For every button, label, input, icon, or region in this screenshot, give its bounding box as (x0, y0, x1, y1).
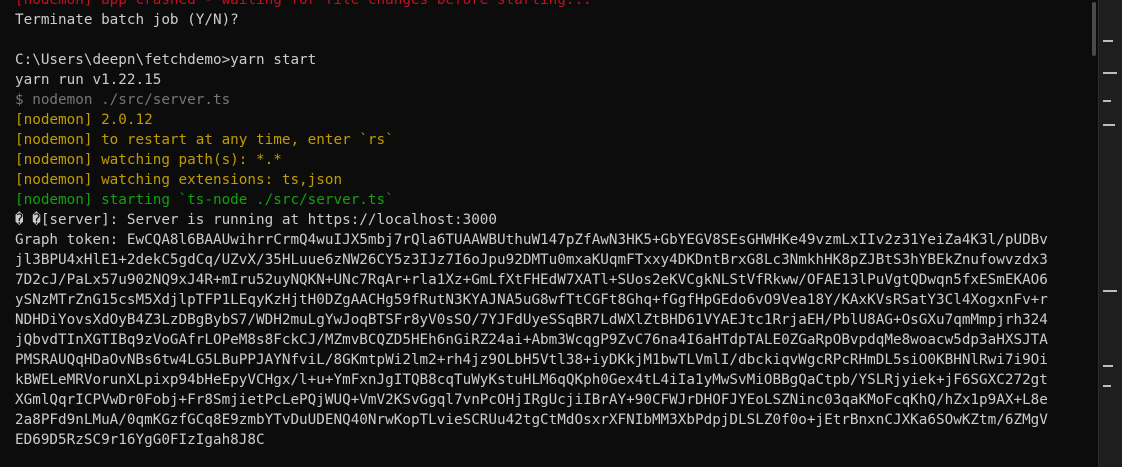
token-continuation-line: 7D2cJ/PaLx57u902NQ9xJ4R+mIru52uyNQKN+UNc… (15, 272, 1048, 288)
token-end-line: ED69D5RzSC9r16YgG0FIzIgah8J8C (15, 432, 265, 448)
crash-line: [nodemon] app crashed - waiting for file… (15, 0, 592, 8)
graph-token-line: Graph token: EwCQA8l6BAAUwihrrCrmQ4wuIJX… (15, 232, 1048, 248)
nodemon-restart-hint: [nodemon] to restart at any time, enter … (15, 132, 394, 148)
adjacent-text-fragment (1103, 290, 1117, 292)
token-continuation-line: jl3BPU4xHlE1+2dekC5gdCq/UZvX/35HLuue6zNW… (15, 252, 1048, 268)
yarn-version-line: yarn run v1.22.15 (15, 72, 162, 88)
token-continuation-line: jQbvdTInXGTIBq9zVoGAfrLOPeM8s8FckCJ/MZmv… (15, 332, 1048, 348)
nodemon-watch-paths: [nodemon] watching path(s): *.* (15, 152, 282, 168)
adjacent-text-fragment (1103, 124, 1115, 126)
adjacent-text-fragment (1103, 365, 1113, 367)
adjacent-text-fragment (1103, 385, 1111, 387)
adjacent-text-fragment (1103, 100, 1111, 102)
adjacent-window-edge (1098, 0, 1122, 467)
server-running-line: � �[server]: Server is running at https:… (15, 212, 498, 228)
command-prompt-line: C:\Users\deepn\fetchdemo>yarn start (15, 52, 317, 68)
adjacent-text-fragment (1103, 72, 1117, 74)
terminal-scrollbar-thumb[interactable] (1092, 2, 1096, 56)
nodemon-starting-line: [nodemon] starting `ts-node ./src/server… (15, 192, 394, 208)
token-continuation-line: XGmlQqrICPVwDr0Fobj+Fr8SmjietPcLePQjWUQ+… (15, 392, 1048, 408)
token-continuation-line: PMSRAUQqHDaOvNBs6tw4LG5LBuPPJAYNfviL/8GK… (15, 352, 1048, 368)
terminate-prompt: Terminate batch job (Y/N)? (15, 12, 239, 28)
token-continuation-line: kBWELeMRVorunXLpixp94bHeEpyVCHgx/l+u+YmF… (15, 372, 1048, 388)
token-continuation-line: NDHDiYovsXdOyB4Z3LzDBgBybS7/WDH2muLgYwJo… (15, 312, 1048, 328)
nodemon-watch-ext: [nodemon] watching extensions: ts,json (15, 172, 343, 188)
nodemon-command-line: $ nodemon ./src/server.ts (15, 92, 231, 108)
token-continuation-line: 2a8PFd9nLMuA/0qmKGzfGCq8E9zmbYTvDuUDENQ4… (15, 412, 1048, 428)
adjacent-text-fragment (1103, 40, 1113, 42)
token-continuation-line: ySNzMTrZnG15csM5XdjlpTFP1LEqyKzHjtH0DZgA… (15, 292, 1048, 308)
nodemon-version-line: [nodemon] 2.0.12 (15, 112, 153, 128)
terminal-window[interactable]: [nodemon] app crashed - waiting for file… (0, 0, 1098, 467)
